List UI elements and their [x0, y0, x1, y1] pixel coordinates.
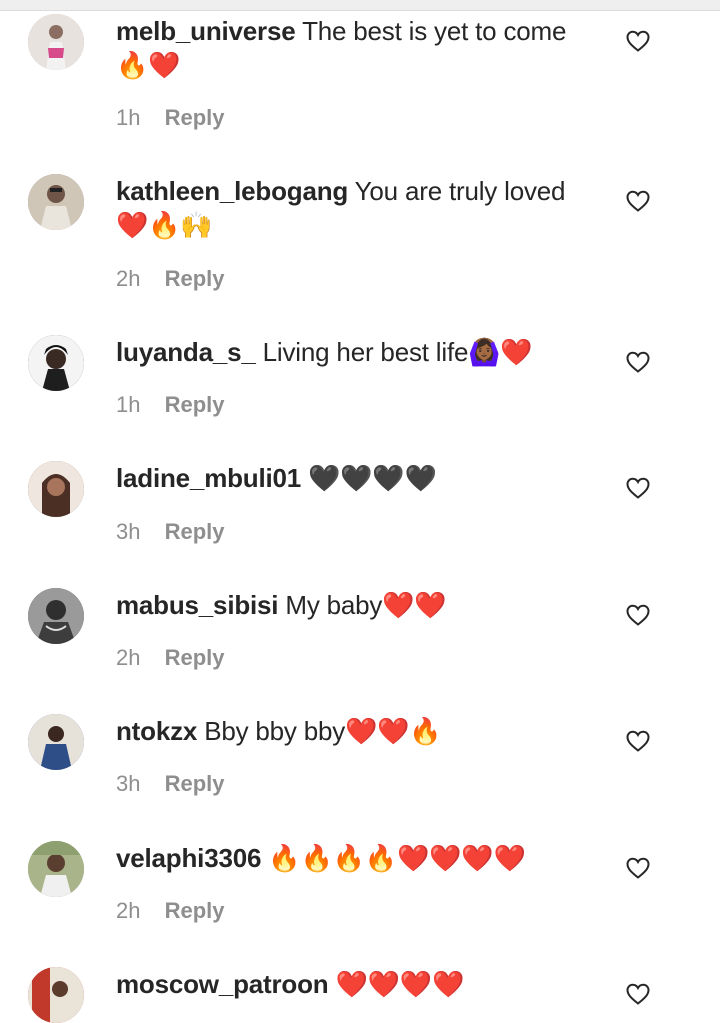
comment-emoji: 🖤🖤🖤🖤	[308, 464, 437, 494]
avatar[interactable]	[28, 174, 84, 230]
comment-text: The best is yet to come	[302, 16, 567, 46]
comment-username[interactable]: moscow_patroon	[116, 969, 329, 999]
comment-body: moscow_patroon ❤️❤️❤️❤️	[116, 967, 596, 1002]
comment-meta: 1h Reply	[116, 104, 225, 132]
heart-outline-icon[interactable]	[626, 730, 650, 752]
reply-button[interactable]: Reply	[165, 771, 225, 796]
comment-time: 3h	[116, 519, 141, 544]
comment-meta: 2h Reply	[116, 897, 225, 925]
heart-outline-icon[interactable]	[626, 604, 650, 626]
comment-body: velaphi3306 🔥🔥🔥🔥❤️❤️❤️❤️	[116, 841, 596, 876]
comment-meta: 3h Reply	[116, 518, 225, 546]
comment-text: Bby bby bby	[204, 716, 346, 746]
comment-body: melb_universe The best is yet to come 🔥❤…	[116, 14, 596, 83]
avatar[interactable]	[28, 967, 84, 1023]
comment-text: My baby	[285, 590, 383, 620]
comment-body: ladine_mbuli01 🖤🖤🖤🖤	[116, 461, 596, 496]
comment-emoji: 🔥🔥🔥🔥❤️❤️❤️❤️	[268, 844, 526, 874]
comment-meta: 2h Reply	[116, 644, 225, 672]
avatar[interactable]	[28, 461, 84, 517]
comment-emoji: ❤️❤️❤️❤️	[335, 970, 465, 1000]
reply-button[interactable]: Reply	[165, 105, 225, 130]
comment-username[interactable]: mabus_sibisi	[116, 590, 279, 620]
comment-username[interactable]: velaphi3306	[116, 843, 261, 873]
comment-username[interactable]: kathleen_lebogang	[116, 176, 348, 206]
comment-meta: 2h Reply	[116, 265, 225, 293]
reply-button[interactable]: Reply	[165, 519, 225, 544]
comment-text: You are truly loved	[354, 176, 566, 206]
comment-body: mabus_sibisi My baby❤️❤️	[116, 588, 596, 623]
reply-button[interactable]: Reply	[165, 266, 225, 291]
comment-body: kathleen_lebogang You are truly loved ❤️…	[116, 174, 596, 243]
comment-username[interactable]: melb_universe	[116, 16, 296, 46]
reply-button[interactable]: Reply	[165, 392, 225, 417]
comment-username[interactable]: ladine_mbuli01	[116, 463, 301, 493]
heart-outline-icon[interactable]	[626, 30, 650, 52]
comment-username[interactable]: luyanda_s_	[116, 337, 256, 367]
comment-username[interactable]: ntokzx	[116, 716, 197, 746]
comment-meta: 1h Reply	[116, 391, 225, 419]
heart-outline-icon[interactable]	[626, 351, 650, 373]
avatar[interactable]	[28, 588, 84, 644]
avatar[interactable]	[28, 841, 84, 897]
comment-time: 3h	[116, 771, 141, 796]
top-divider	[0, 0, 720, 11]
comment-time: 2h	[116, 266, 141, 291]
comment-time: 2h	[116, 898, 141, 923]
comment-time: 1h	[116, 105, 141, 130]
comment-body: ntokzx Bby bby bby❤️❤️🔥	[116, 714, 596, 749]
comment-emoji: ❤️❤️	[382, 591, 447, 621]
reply-button[interactable]: Reply	[165, 645, 225, 670]
comment-emoji: ❤️🔥🙌	[116, 211, 213, 241]
comment-emoji: 🔥❤️	[116, 51, 181, 81]
comment-time: 2h	[116, 645, 141, 670]
comment-text: Living her best life	[262, 337, 469, 367]
avatar[interactable]	[28, 335, 84, 391]
comment-emoji: ❤️❤️🔥	[345, 717, 442, 747]
avatar[interactable]	[28, 714, 84, 770]
avatar[interactable]	[28, 14, 84, 70]
comment-body: luyanda_s_ Living her best life🙆🏾‍♀️❤️	[116, 335, 596, 370]
comment-time: 1h	[116, 392, 141, 417]
heart-outline-icon[interactable]	[626, 857, 650, 879]
comment-meta: 3h Reply	[116, 770, 225, 798]
reply-button[interactable]: Reply	[165, 898, 225, 923]
heart-outline-icon[interactable]	[626, 190, 650, 212]
heart-outline-icon[interactable]	[626, 477, 650, 499]
comment-emoji: 🙆🏾‍♀️❤️	[468, 338, 533, 368]
